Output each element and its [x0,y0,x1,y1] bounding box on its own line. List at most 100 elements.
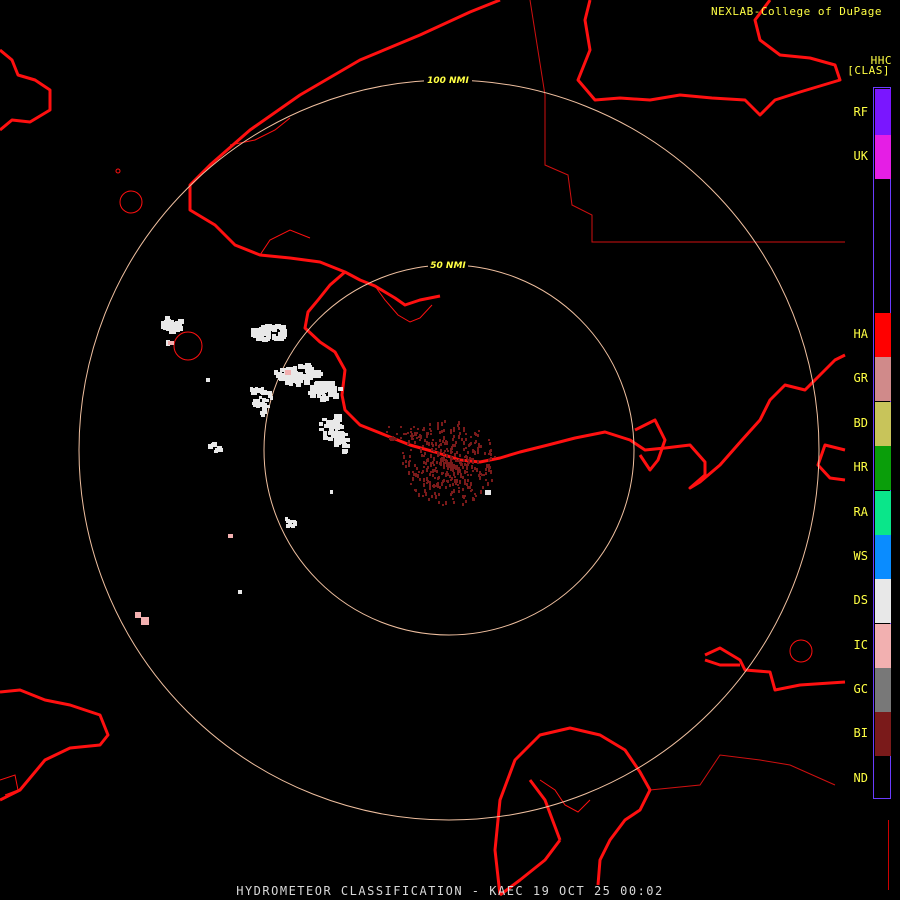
legend-swatch-rf [875,89,891,135]
echo-biological [430,430,432,432]
echo-biological [453,436,455,438]
legend-swatch-ic [875,624,891,668]
echo-biological [445,473,447,477]
echo-biological [437,452,439,456]
echo-biological [465,500,467,503]
echo-biological [462,495,464,498]
echo-biological [413,426,415,428]
echo-biological [433,457,435,461]
echo-biological [432,469,434,472]
echo-biological [410,431,412,433]
echo-biological [464,463,466,466]
coastline-east [816,443,846,482]
radar-display: 100 NMI 50 NMI NEXLAB-College of DuPage … [0,0,900,900]
echo-biological [437,485,439,488]
echo-biological [471,465,473,468]
echo-dry-snow [320,396,326,402]
echo-biological [462,503,464,506]
echo-dry-snow [314,374,321,378]
legend-label-ha: HA [853,327,868,341]
range-ring-labels: 100 NMI 50 NMI [424,74,472,271]
echo-biological [467,462,469,466]
echo-biological [423,455,425,457]
echo-biological [407,432,409,434]
echo-biological [400,437,402,439]
echo-biological [477,460,479,462]
echo-dry-snow [292,520,296,523]
echo-biological [441,430,443,433]
echo-biological [423,483,425,487]
echo-biological [443,429,445,432]
echo-biological [429,428,431,430]
echo-biological [459,469,461,473]
echo-biological [469,457,471,460]
echo-biological [442,504,444,506]
echo-biological [416,467,418,470]
legend-label-ds: DS [853,593,868,607]
echo-biological [454,444,456,447]
echo-biological [462,476,464,479]
echo-biological [464,495,466,497]
echo-biological [418,471,420,473]
echo-biological [447,450,449,452]
echo-biological [452,483,454,486]
legend-swatch-ha [875,313,891,357]
echo-biological [465,433,467,435]
echo-biological [441,422,443,426]
legend-label-uk: UK [853,149,868,163]
echo-biological [475,495,477,497]
echo-ice-crystals [285,370,291,375]
echo-biological [474,451,476,454]
echo-biological [403,455,405,459]
echo-biological [464,479,466,481]
echo-dry-snow [278,335,284,341]
echo-dry-snow [323,431,327,436]
echo-biological [488,459,490,462]
echo-dry-snow [485,490,491,495]
echo-biological [480,445,482,448]
echo-biological [437,426,439,430]
echo-dry-snow [295,379,299,384]
echo-biological [464,456,466,458]
echo-dry-snow [262,398,266,402]
echo-biological [463,459,465,462]
echo-biological [446,441,448,445]
echo-biological [455,441,457,444]
echo-biological [474,467,476,470]
echo-biological [478,443,480,446]
echo-biological [468,445,470,447]
echo-biological [450,462,452,465]
echo-biological [460,473,462,476]
echo-biological [445,501,447,505]
echo-biological [421,454,423,457]
echo-biological [412,438,414,440]
echo-biological [414,464,416,467]
echo-dry-snow [338,387,343,391]
echo-biological [433,450,435,452]
legend-color-bar [873,87,891,799]
echo-biological [421,472,423,474]
echo-dry-snow [261,414,265,417]
echo-dry-snow [285,517,288,521]
echo-biological [439,431,441,434]
echo-biological [416,437,418,439]
echo-biological [452,444,454,447]
echo-biological [439,439,441,442]
echo-biological [418,493,420,497]
echo-biological [470,436,472,438]
echo-biological [412,471,414,473]
echo-dry-snow [330,490,333,494]
echo-biological [490,457,492,460]
legend-swatch-gc [875,668,891,712]
echo-biological [442,440,444,443]
boundary-line [529,0,845,243]
island [119,190,143,214]
legend-swatch-ra [875,491,891,535]
echo-biological [423,466,425,468]
radar-map: 100 NMI 50 NMI [0,0,846,897]
echo-biological [429,483,431,487]
echo-biological [446,460,448,462]
echo-biological [434,477,436,479]
echo-biological [429,423,431,426]
echo-biological [386,431,388,433]
